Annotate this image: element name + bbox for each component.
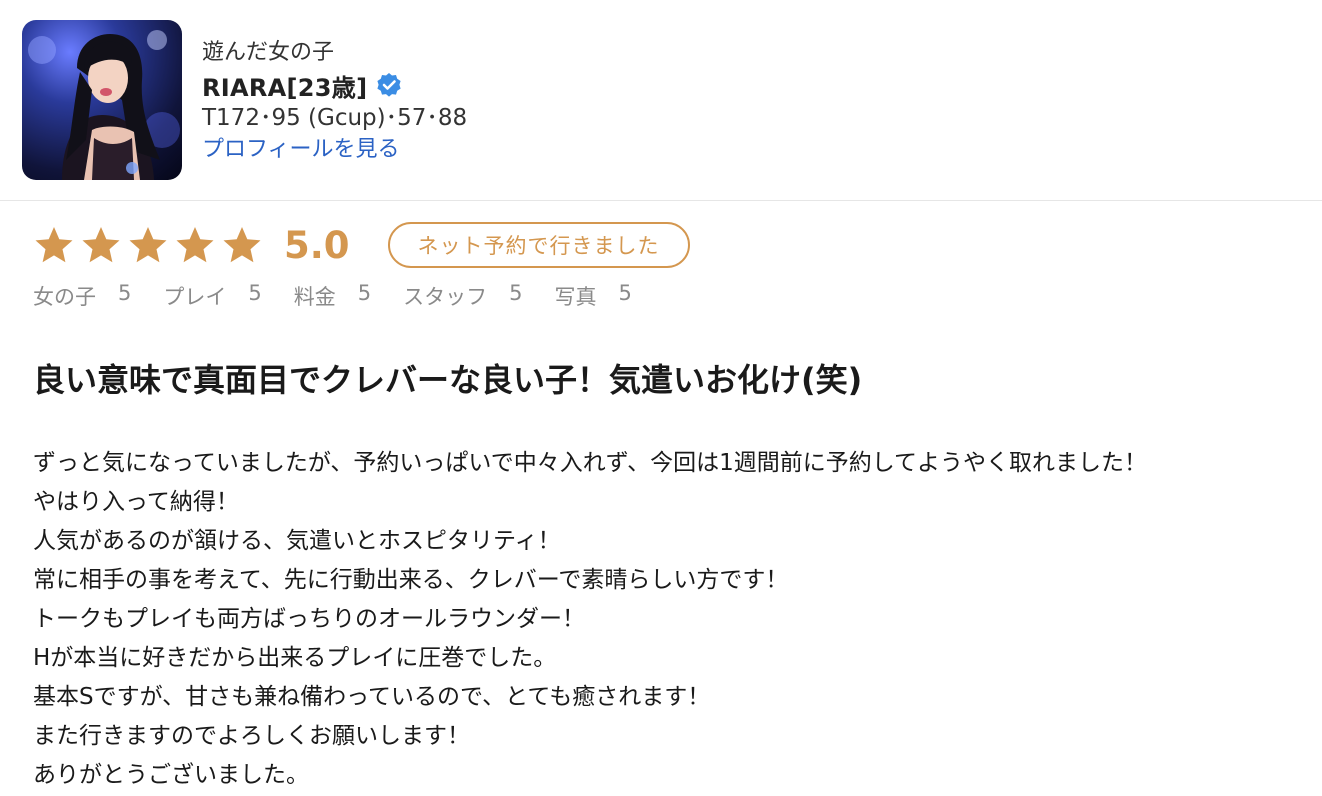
header-divider <box>0 200 1322 201</box>
sub-rating-label: 料金 <box>293 285 336 309</box>
sub-rating-value: 5 <box>118 281 132 305</box>
girl-stats: T172･95 (Gcup)･57･88 <box>202 105 468 131</box>
sub-rating-staff: スタッフ 5 <box>403 281 522 311</box>
sub-rating-label: プレイ <box>163 285 227 309</box>
rating-score: 5.0 <box>284 223 350 267</box>
girl-avatar[interactable] <box>22 20 182 180</box>
star-icon <box>176 227 214 263</box>
sub-ratings: 女の子 5 プレイ 5 料金 5 スタッフ 5 写真 5 <box>33 281 664 311</box>
booking-method-badge: ネット予約で行きました <box>387 222 690 268</box>
sub-rating-photo: 写真 5 <box>555 281 632 311</box>
review-body: ずっと気になっていましたが、予約いっぱいで中々入れず、今回は1週間前に予約してよ… <box>33 444 1147 795</box>
girl-name[interactable]: RIARA[23歳] <box>202 68 367 103</box>
review-line: やはり入って納得！ <box>33 489 239 515</box>
name-row: RIARA[23歳] <box>202 68 467 102</box>
sub-rating-label: 写真 <box>554 285 597 309</box>
review-line: 基本Sですが、甘さも兼ね備わっているので、とても癒されます！ <box>33 684 711 710</box>
sub-rating-value: 5 <box>357 281 372 305</box>
sub-rating-price: 料金 5 <box>294 281 371 311</box>
star-icon <box>129 227 167 263</box>
verified-badge-icon <box>376 72 402 98</box>
review-line: Hが本当に好きだから出来るプレイに圧巻でした。 <box>33 645 557 671</box>
sub-rating-girl: 女の子 5 <box>33 281 131 311</box>
star-icon <box>82 227 120 263</box>
review-title: 良い意味で真面目でクレバーな良い子！気遣いお化け(笑) <box>33 361 863 399</box>
star-rating <box>34 225 262 265</box>
review-header: 遊んだ女の子 RIARA[23歳] T172･95 (Gcup)･57･88 プ… <box>22 20 1312 182</box>
sub-rating-play: プレイ 5 <box>163 281 261 311</box>
star-icon <box>223 227 261 263</box>
rating-row: 5.0 ネット予約で行きました <box>34 220 690 270</box>
review-card: 遊んだ女の子 RIARA[23歳] T172･95 (Gcup)･57･88 プ… <box>0 0 1322 796</box>
view-profile-link[interactable]: プロフィールを見る <box>202 134 467 166</box>
review-line: 常に相手の事を考えて、先に行動出来る、クレバーで素晴らしい方です！ <box>33 567 789 593</box>
sub-rating-value: 5 <box>509 281 523 305</box>
review-line: ありがとうございました。 <box>33 762 309 788</box>
avatar-illustration <box>28 30 180 180</box>
sub-rating-value: 5 <box>618 281 632 305</box>
review-line: ずっと気になっていましたが、予約いっぱいで中々入れず、今回は1週間前に予約してよ… <box>33 450 1148 476</box>
review-line: また行きますのでよろしくお願いします！ <box>33 723 470 749</box>
girl-info: 遊んだ女の子 RIARA[23歳] T172･95 (Gcup)･57･88 プ… <box>202 38 467 166</box>
review-line: 人気があるのが頷ける、気遣いとホスピタリティ！ <box>33 528 561 554</box>
sub-rating-value: 5 <box>248 281 262 305</box>
star-icon <box>35 227 73 263</box>
played-label: 遊んだ女の子 <box>202 40 335 65</box>
sub-rating-label: 女の子 <box>33 285 96 309</box>
review-line: トークもプレイも両方ばっちりのオールラウンダー！ <box>33 606 585 632</box>
sub-rating-label: スタッフ <box>403 285 488 309</box>
